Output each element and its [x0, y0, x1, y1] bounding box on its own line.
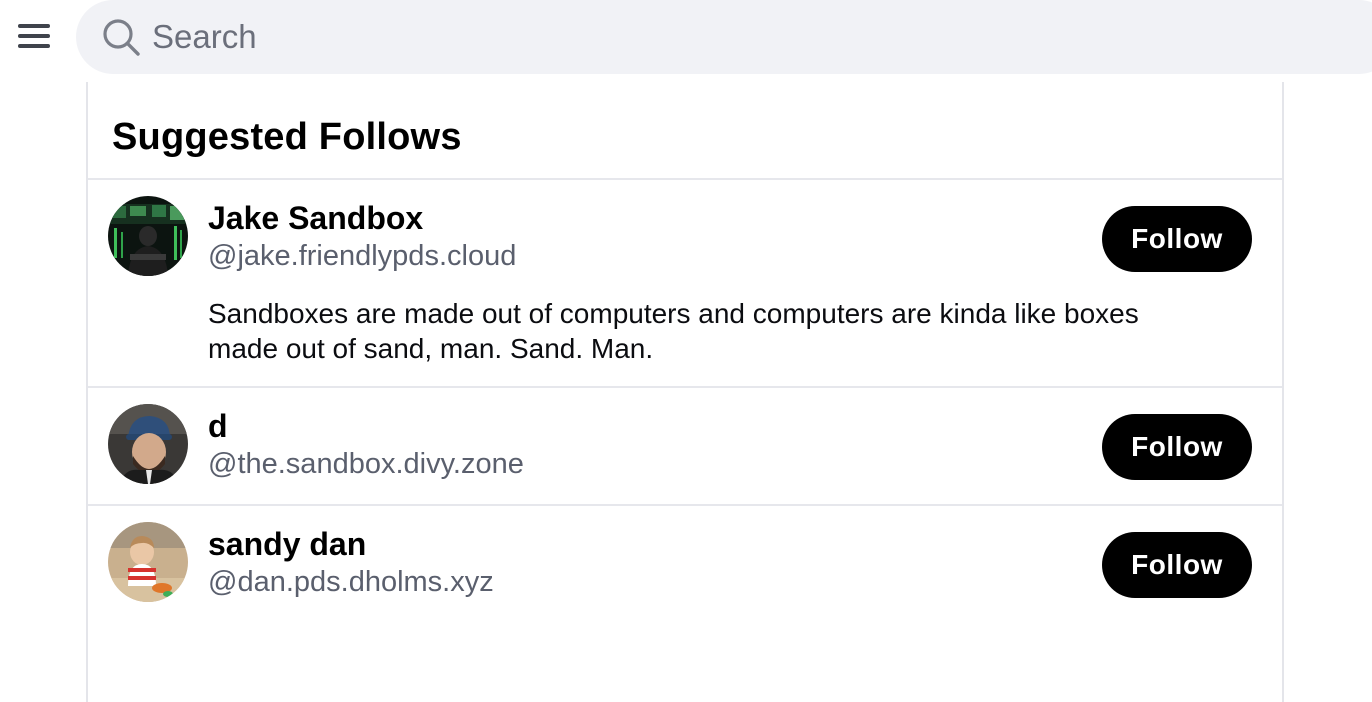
avatar[interactable]	[108, 522, 188, 602]
user-handle[interactable]: @dan.pds.dholms.xyz	[208, 566, 494, 599]
search-bar[interactable]	[76, 0, 1372, 74]
follow-button[interactable]: Follow	[1102, 206, 1252, 272]
suggested-user-row[interactable]: Jake Sandbox @jake.friendlypds.cloud Fol…	[88, 180, 1282, 386]
panel-title: Suggested Follows	[112, 116, 462, 158]
user-handle[interactable]: @jake.friendlypds.cloud	[208, 240, 516, 273]
top-bar	[0, 0, 1372, 80]
display-name[interactable]: sandy dan	[208, 526, 366, 563]
display-name[interactable]: d	[208, 408, 228, 445]
suggested-user-row[interactable]: sandy dan @dan.pds.dholms.xyz Follow	[88, 506, 1282, 622]
suggested-user-row[interactable]: d @the.sandbox.divy.zone Follow	[88, 388, 1282, 504]
search-input[interactable]	[152, 12, 1052, 62]
follow-button[interactable]: Follow	[1102, 414, 1252, 480]
user-handle[interactable]: @the.sandbox.divy.zone	[208, 448, 524, 481]
follow-button[interactable]: Follow	[1102, 532, 1252, 598]
display-name[interactable]: Jake Sandbox	[208, 200, 423, 237]
hamburger-menu-icon	[18, 24, 50, 48]
suggested-follows-panel: Suggested Follows Jake Sandbox @jake.fri…	[86, 82, 1284, 702]
user-bio: Sandboxes are made out of computers and …	[208, 298, 1139, 364]
menu-button[interactable]	[12, 14, 56, 58]
avatar[interactable]	[108, 404, 188, 484]
avatar[interactable]	[108, 196, 188, 276]
search-icon	[103, 19, 140, 56]
